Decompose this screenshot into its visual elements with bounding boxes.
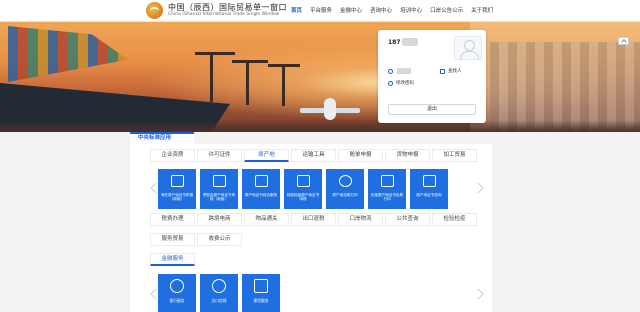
crane-3 [282,64,285,106]
tab-goods[interactable]: 货物申报 [385,149,430,162]
banner-right-area [470,22,640,132]
tab-ecommerce[interactable]: 跨境电商 [197,213,242,226]
service-tile[interactable]: 海关原产地证书申报（新版） [158,169,196,209]
tab-enterprise[interactable]: 企业资质 [150,149,195,162]
top-header: 中国（辰西）国际贸易单一窗口 China (Shanxi) Internatio… [0,0,640,22]
tab-processing[interactable]: 加工贸易 [432,149,477,162]
nav-notices[interactable]: 口岸公告公示 [430,6,463,14]
category-tabs-row2: 税费办理 跨境电商 物品通关 出口退税 口岸物流 公共查询 检验检疫 [150,213,479,226]
tab-manifest[interactable]: 舱单申报 [338,149,383,162]
tab-origin[interactable]: 原产地 [244,149,289,162]
search-doc-icon [423,175,436,187]
nav-finance[interactable]: 金融中心 [340,6,362,14]
section-title[interactable]: 中央标准应用 [130,132,194,144]
ship-doc-icon [254,279,268,293]
service-tile[interactable]: 原产地证书综合服务 [242,169,280,209]
crane-1-arm [195,52,235,55]
user-name-masked [397,68,411,74]
crane-3-arm [268,64,300,67]
finance-tiles: 银行服务 出口信保 保险服务 [158,274,284,312]
nav-home[interactable]: 首页 [291,6,302,14]
user-phone-masked [402,38,418,46]
site-logo[interactable] [146,2,163,19]
category-tabs-row3: 服务贸易 收费公示 [150,233,244,246]
logout-button[interactable]: 退出 [388,104,476,115]
brand-subtitle: China (Shanxi) International Trade Singl… [168,12,280,17]
tab-tax[interactable]: 税费办理 [150,213,195,226]
service-tile[interactable]: 原产地自助打印 [326,169,364,209]
avatar-icon[interactable] [454,36,482,60]
airplane [300,96,360,122]
nav-consult[interactable]: 咨询中心 [370,6,392,14]
page: 中国（辰西）国际贸易单一窗口 China (Shanxi) Internatio… [0,0,640,312]
printer-icon [255,175,268,187]
bank2-icon [212,279,226,293]
service-tiles: 海关原产地证书申报（新版） 贸促会原产地证书申报（新版） 原产地证书综合服务 检… [158,169,452,209]
service-tile[interactable]: 贸促会原产地证书申报（新版） [200,169,238,209]
tab-public-query[interactable]: 公共查询 [385,213,430,226]
key-icon [388,81,393,86]
crane-2 [246,60,249,105]
finance-tile[interactable]: 出口信保 [200,274,238,312]
crane-2-arm [232,60,268,63]
nav-platform-services[interactable]: 平台服务 [310,6,332,14]
document-icon [297,175,310,187]
banner-shadow [0,120,640,132]
tab-articles[interactable]: 物品通关 [244,213,289,226]
tab-logistics[interactable]: 口岸物流 [338,213,383,226]
chevron-up-icon[interactable] [618,37,629,45]
nav-about[interactable]: 关于我们 [471,6,493,14]
user-phone: 187 [388,39,401,46]
tab-service-trade[interactable]: 服务贸易 [150,233,195,246]
tab-transport[interactable]: 运输工具 [291,149,336,162]
tab-fee-notice[interactable]: 收费公示 [197,233,242,246]
bank-icon [170,279,184,293]
nav-training[interactable]: 培训中心 [400,6,422,14]
role-label[interactable]: 查找人 [448,68,462,74]
users-icon [171,175,184,187]
crane-1 [210,52,213,102]
tab-finance[interactable]: 金融服务 [150,253,195,266]
tab-license[interactable]: 许可证件 [197,149,242,162]
user-icon [388,69,393,74]
service-tile[interactable]: 原产地证书查询 [410,169,448,209]
tab-inspection[interactable]: 检验检疫 [432,213,477,226]
change-password-link[interactable]: 修改密码 [396,80,414,86]
finance-tile[interactable]: 保险服务 [242,274,280,312]
globe-icon [339,175,352,187]
finance-tile[interactable]: 银行服务 [158,274,196,312]
main-nav: 首页 平台服务 金融中心 咨询中心 培训中心 口岸公告公示 关于我们 [291,6,501,14]
tab-refund[interactable]: 出口退税 [291,213,336,226]
card-icon [381,175,394,187]
category-tabs: 企业资质 许可证件 原产地 运输工具 舱单申报 货物申报 加工贸易 [150,149,479,162]
user-card: 187 查找人 修改密码 退出 [378,30,486,123]
service-tile[interactable]: 优惠原产地证书自助打印 [368,169,406,209]
role-icon [440,69,445,74]
certificate-icon [213,175,226,187]
service-tile[interactable]: 检验检疫原产地证书申报 [284,169,322,209]
hero-banner [0,22,640,132]
